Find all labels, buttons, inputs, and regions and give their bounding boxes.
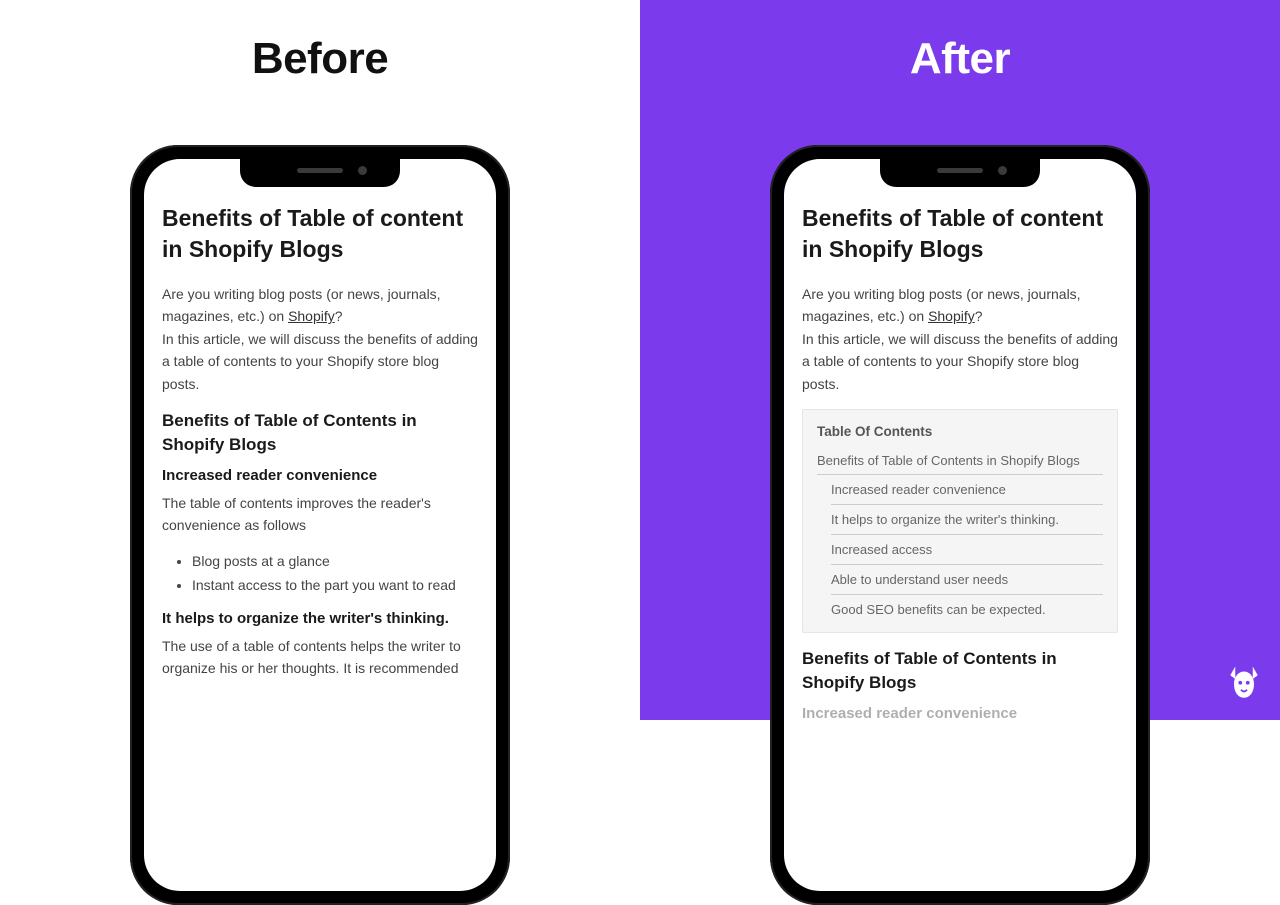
article-title: Benefits of Table of content in Shopify … <box>162 203 478 265</box>
comparison-container: Before Benefits of Table of content in S… <box>0 0 1280 720</box>
toc-item-l1[interactable]: Benefits of Table of Contents in Shopify… <box>817 447 1103 475</box>
article-h2: Benefits of Table of Contents in Shopify… <box>802 647 1118 695</box>
shopify-link[interactable]: Shopify <box>288 308 335 324</box>
article-paragraph: The use of a table of contents helps the… <box>162 635 478 680</box>
before-panel: Before Benefits of Table of content in S… <box>0 0 640 720</box>
phone-screen-before: Benefits of Table of content in Shopify … <box>144 159 496 891</box>
list-item: Blog posts at a glance <box>192 550 478 574</box>
article-bullets: Blog posts at a glance Instant access to… <box>162 550 478 598</box>
phone-side-button <box>1149 305 1154 375</box>
intro-text: ? <box>335 308 343 324</box>
phone-side-button <box>766 345 771 395</box>
article-content-before: Benefits of Table of content in Shopify … <box>144 159 496 891</box>
article-title: Benefits of Table of content in Shopify … <box>802 203 1118 265</box>
phone-side-button <box>509 305 514 375</box>
toc-item-l2[interactable]: Increased reader convenience <box>831 475 1103 505</box>
article-h3: It helps to organize the writer's thinki… <box>162 610 478 627</box>
phone-side-button <box>766 285 771 335</box>
article-intro: Are you writing blog posts (or news, jou… <box>802 283 1118 395</box>
phone-camera <box>358 166 367 175</box>
phone-speaker <box>297 168 343 173</box>
article-content-after: Benefits of Table of content in Shopify … <box>784 159 1136 891</box>
article-intro: Are you writing blog posts (or news, jou… <box>162 283 478 395</box>
phone-side-button <box>126 345 131 395</box>
intro-text-2: In this article, we will discuss the ben… <box>162 331 478 392</box>
toc-item-l2[interactable]: Increased access <box>831 535 1103 565</box>
phone-side-button <box>126 285 131 335</box>
after-panel: After Benefits of Table of content in Sh… <box>640 0 1280 720</box>
phone-mock-before: Benefits of Table of content in Shopify … <box>130 145 510 905</box>
article-h3: Increased reader convenience <box>162 467 478 484</box>
intro-text: ? <box>975 308 983 324</box>
dog-head-icon <box>1224 664 1264 704</box>
article-paragraph: The table of contents improves the reade… <box>162 492 478 537</box>
toc-item-l2[interactable]: Able to understand user needs <box>831 565 1103 595</box>
phone-side-button <box>766 235 771 263</box>
article-h2: Benefits of Table of Contents in Shopify… <box>162 409 478 457</box>
before-label: Before <box>252 34 388 84</box>
after-label: After <box>910 34 1010 84</box>
shopify-link[interactable]: Shopify <box>928 308 975 324</box>
phone-mock-after: Benefits of Table of content in Shopify … <box>770 145 1150 905</box>
toc-item-l2[interactable]: Good SEO benefits can be expected. <box>831 595 1103 624</box>
toc-item-l2[interactable]: It helps to organize the writer's thinki… <box>831 505 1103 535</box>
phone-speaker <box>937 168 983 173</box>
list-item: Instant access to the part you want to r… <box>192 574 478 598</box>
phone-screen-after: Benefits of Table of content in Shopify … <box>784 159 1136 891</box>
article-h3-cut: Increased reader convenience <box>802 705 1118 722</box>
phone-camera <box>998 166 1007 175</box>
phone-side-button <box>126 235 131 263</box>
intro-text-2: In this article, we will discuss the ben… <box>802 331 1118 392</box>
toc-heading: Table Of Contents <box>817 424 1103 439</box>
table-of-contents: Table Of Contents Benefits of Table of C… <box>802 409 1118 633</box>
